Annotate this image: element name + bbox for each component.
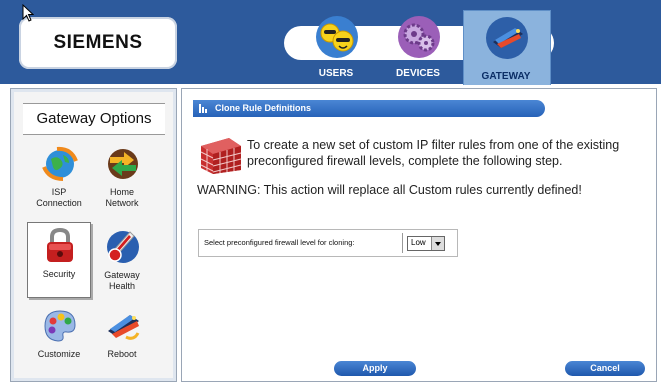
firewall-icon: [200, 138, 242, 174]
row-divider: [402, 233, 403, 253]
tab-devices[interactable]: DEVICES: [376, 10, 460, 84]
option-isp-connection[interactable]: ISP Connection: [28, 141, 90, 215]
option-gateway-health[interactable]: Gateway Health: [91, 224, 153, 298]
section-bars-icon: [199, 104, 207, 113]
network-arrows-icon: [104, 145, 142, 183]
section-header: Clone Rule Definitions: [193, 100, 545, 117]
padlock-icon: [41, 227, 79, 265]
tab-devices-label: DEVICES: [396, 68, 440, 79]
firewall-level-row: Select preconfigured firewall level for …: [198, 229, 458, 257]
devices-gears-icon: [397, 15, 441, 59]
top-banner: SIEMENS USERS DEVICES GATEWAY: [0, 0, 661, 85]
chevron-down-icon[interactable]: [431, 237, 444, 250]
thermometer-icon: [104, 228, 142, 266]
option-customize[interactable]: Customize: [28, 303, 90, 377]
tab-gateway-label: GATEWAY: [481, 71, 531, 82]
tab-users[interactable]: USERS: [294, 10, 378, 84]
gateway-router-icon: [485, 16, 529, 60]
apply-button[interactable]: Apply: [334, 361, 416, 376]
tab-gateway[interactable]: GATEWAY: [463, 10, 551, 85]
gateway-options-panel: Gateway Options ISP Connection Home Networ…: [10, 88, 177, 382]
brand-name: SIEMENS: [53, 32, 143, 53]
siemens-logo: SIEMENS: [19, 17, 177, 69]
reboot-icon: [104, 307, 142, 345]
firewall-level-value: Low: [411, 238, 426, 247]
option-gateway-health-label: Gateway Health: [104, 270, 140, 291]
warning-text: WARNING: This action will replace all Cu…: [197, 183, 582, 197]
tab-users-label: USERS: [318, 68, 354, 79]
users-smiley-icon: [315, 15, 359, 59]
cancel-button[interactable]: Cancel: [565, 361, 645, 376]
option-security[interactable]: Security: [27, 222, 91, 298]
option-reboot-label: Reboot: [107, 349, 137, 359]
option-reboot[interactable]: Reboot: [91, 303, 153, 377]
panel-title: Gateway Options: [23, 103, 165, 135]
firewall-level-label: Select preconfigured firewall level for …: [204, 238, 355, 247]
firewall-level-select[interactable]: Low: [407, 236, 445, 251]
mouse-cursor-icon: [22, 4, 34, 22]
option-home-network[interactable]: Home Network: [91, 141, 153, 215]
palette-icon: [41, 307, 79, 345]
globe-arrows-icon: [41, 145, 79, 183]
option-home-network-label: Home Network: [105, 187, 139, 208]
intro-text: To create a new set of custom IP filter …: [247, 138, 620, 168]
section-title: Clone Rule Definitions: [215, 103, 312, 113]
